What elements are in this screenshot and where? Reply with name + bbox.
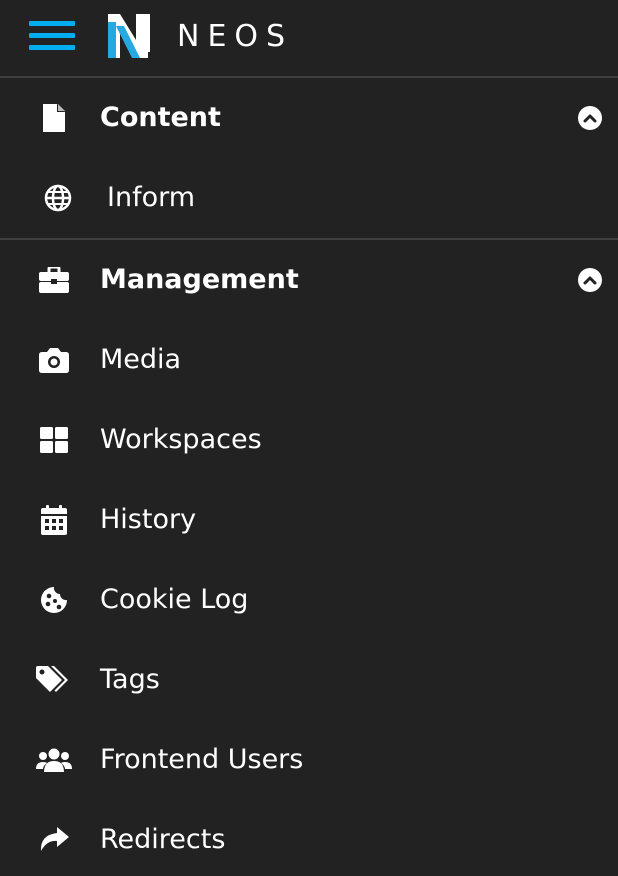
menu-item-cookie-log[interactable]: Cookie Log	[0, 560, 618, 640]
menu-item-label: Redirects	[100, 824, 226, 855]
users-icon	[36, 744, 72, 776]
camera-icon	[36, 344, 72, 376]
menu-item-tags[interactable]: Tags	[0, 640, 618, 720]
section-content[interactable]: Content	[0, 78, 618, 158]
menu-item-frontend-users[interactable]: Frontend Users	[0, 720, 618, 800]
menu-item-redirects[interactable]: Redirects	[0, 800, 618, 876]
section-title: Management	[100, 264, 299, 295]
menu-item-label: Media	[100, 344, 182, 375]
hamburger-icon[interactable]	[29, 21, 75, 51]
menu-item-media[interactable]: Media	[0, 320, 618, 400]
menu-item-label: History	[100, 504, 197, 535]
menu-item-history[interactable]: History	[0, 480, 618, 560]
briefcase-icon	[36, 264, 72, 296]
tags-icon	[36, 664, 72, 696]
menu-item-label: Tags	[100, 664, 160, 695]
section-title: Content	[100, 102, 221, 133]
calendar-icon	[36, 504, 72, 536]
cookie-icon	[36, 584, 72, 616]
globe-icon	[40, 182, 76, 214]
chevron-up-icon[interactable]	[578, 106, 602, 130]
share-icon	[36, 824, 72, 856]
menu-item-label: Workspaces	[100, 424, 262, 455]
section-management[interactable]: Management	[0, 240, 618, 320]
chevron-up-icon[interactable]	[578, 268, 602, 292]
brand-name: NEOS	[177, 19, 294, 54]
file-icon	[36, 102, 72, 134]
menu-item-label: Frontend Users	[100, 744, 304, 775]
menu-item-label: Cookie Log	[100, 584, 249, 615]
menu-item-workspaces[interactable]: Workspaces	[0, 400, 618, 480]
menu-item-label: Inform	[107, 182, 196, 213]
menu-item-inform[interactable]: Inform	[0, 158, 618, 238]
neos-logo-icon[interactable]	[106, 12, 154, 60]
th-large-icon	[36, 424, 72, 456]
top-bar: NEOS	[0, 0, 618, 78]
